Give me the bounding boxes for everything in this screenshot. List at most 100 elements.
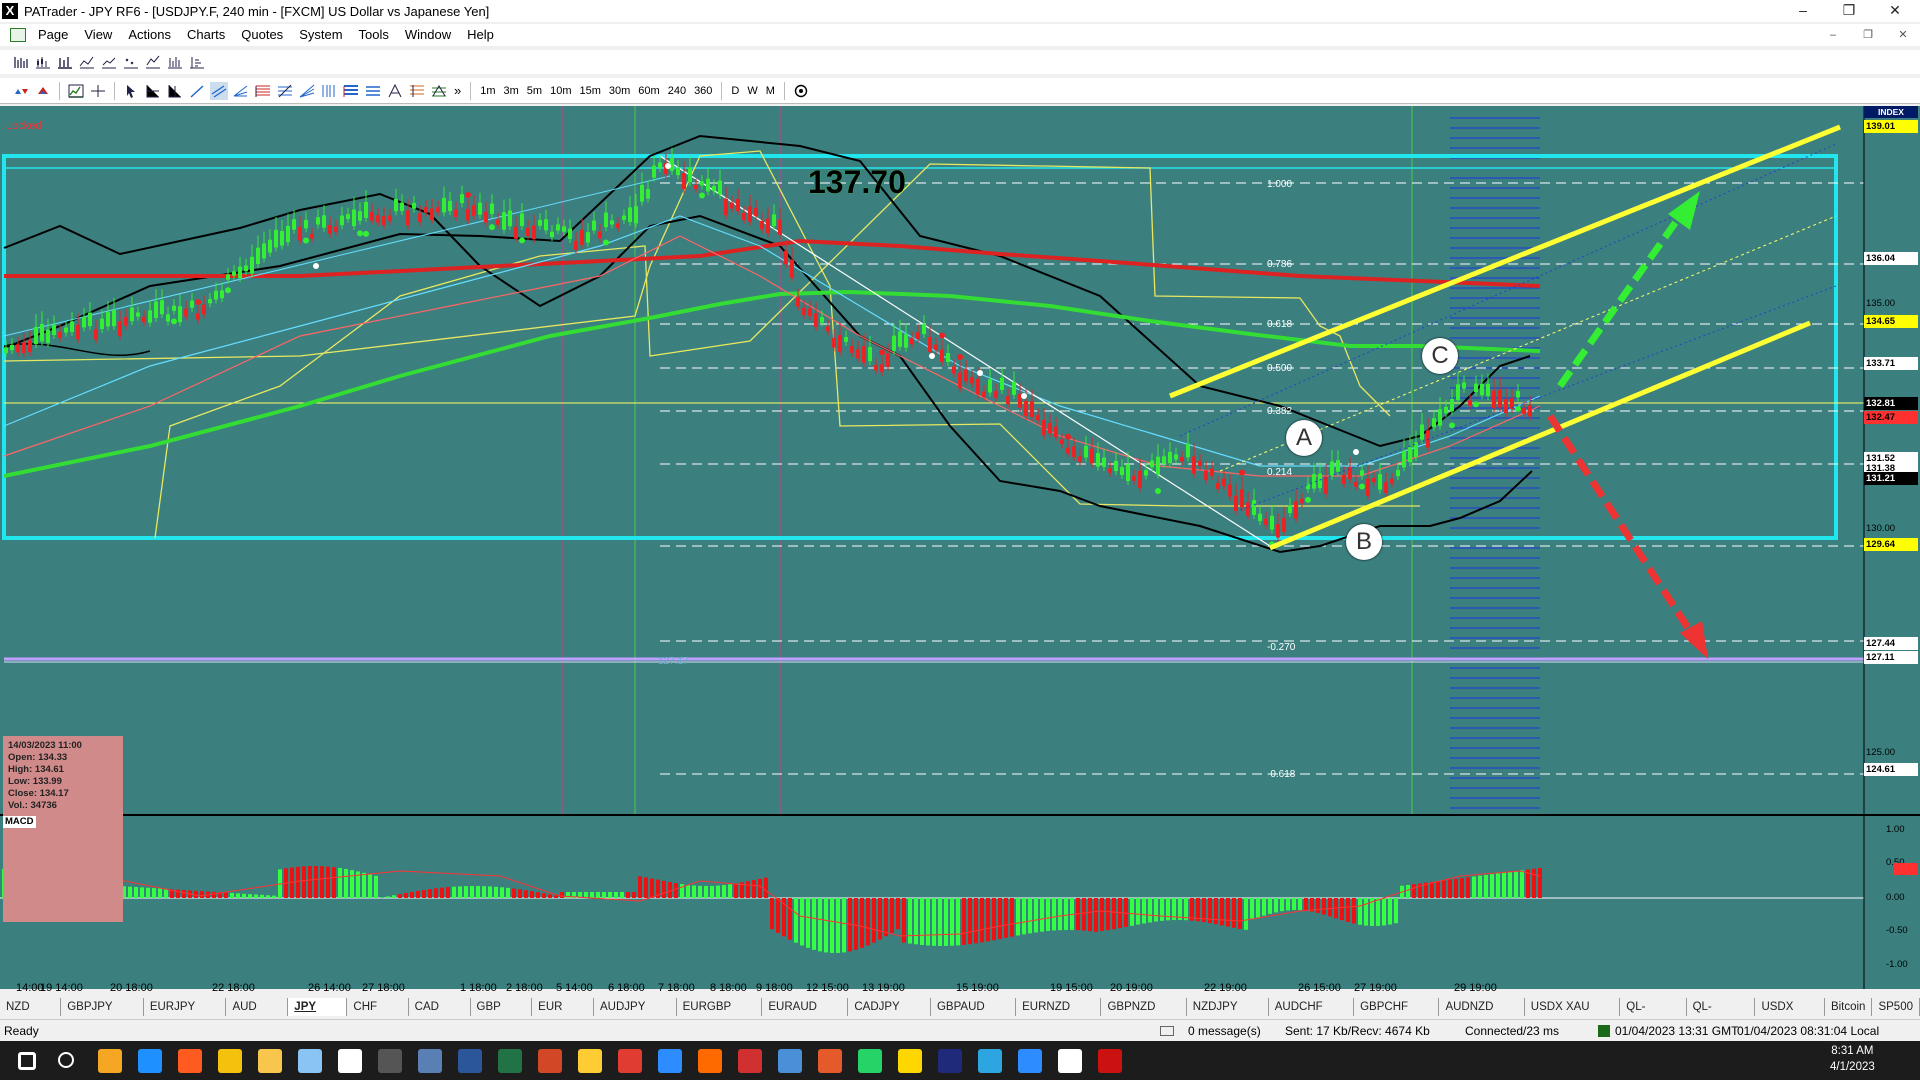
taskbar-clock[interactable]: 8:31 AM 4/1/2023	[1830, 1043, 1875, 1075]
outlook-icon[interactable]	[98, 1049, 122, 1073]
sticky-icon[interactable]	[898, 1049, 922, 1073]
text-tool-icon[interactable]	[386, 82, 404, 100]
edge-icon[interactable]	[138, 1049, 162, 1073]
order-icon[interactable]	[34, 82, 52, 100]
app-blue-icon[interactable]	[778, 1049, 802, 1073]
menu-tools[interactable]: Tools	[351, 24, 397, 46]
app-icon[interactable]	[378, 1049, 402, 1073]
zoom-icon[interactable]	[1018, 1049, 1042, 1073]
mdi-minimize-button[interactable]: –	[1820, 26, 1846, 44]
candle-chart-icon[interactable]	[34, 53, 52, 71]
renko-icon[interactable]	[144, 53, 162, 71]
pitchfork-icon[interactable]	[232, 82, 250, 100]
symbol-tab-ql-majors[interactable]: QL-Majors	[1620, 998, 1687, 1031]
symbol-tab-gbpchf-rf6[interactable]: GBPCHF RF6	[1354, 998, 1440, 1031]
timeframe-monthly[interactable]: M	[762, 82, 779, 100]
s-app-icon[interactable]	[618, 1049, 642, 1073]
x-app-icon[interactable]	[338, 1049, 362, 1073]
fib-fan-icon[interactable]	[298, 82, 316, 100]
symbol-tab-eurgbp-rf6[interactable]: EURGBP RF6	[677, 998, 763, 1031]
s-app-2-icon[interactable]	[658, 1049, 682, 1073]
index-tag[interactable]: INDEX	[1864, 106, 1918, 118]
timeframe-60m[interactable]: 60m	[634, 82, 663, 100]
symbol-tab-audchf-rf6[interactable]: AUDCHF RF6	[1269, 998, 1355, 1031]
ohlc-chart-icon[interactable]	[56, 53, 74, 71]
symbol-tab-euraud-rf6[interactable]: EURAUD RF6	[762, 998, 849, 1031]
symbol-tab-nzdjpy-rf6[interactable]: NZDJPY RF6	[1187, 998, 1269, 1031]
vertical-line-icon[interactable]	[166, 82, 184, 100]
fib-extension-icon[interactable]	[276, 82, 294, 100]
symbol-tab-usdx-rf6[interactable]: USDX RF6	[1755, 998, 1825, 1031]
menu-charts[interactable]: Charts	[179, 24, 233, 46]
symbol-tab-gbpaud-rf6[interactable]: GBPAUD RF6	[931, 998, 1017, 1031]
timeframe-240[interactable]: 240	[664, 82, 690, 100]
mdi-close-button[interactable]: ✕	[1890, 26, 1916, 44]
symbol-tab-audnzd-rf6[interactable]: AUDNZD RF6	[1439, 998, 1525, 1031]
menu-system[interactable]: System	[291, 24, 350, 46]
symbol-tab-eur-rf6[interactable]: EUR RF6	[532, 998, 595, 1031]
elliott-wave-icon[interactable]	[430, 82, 448, 100]
timeframe-5m[interactable]: 5m	[523, 82, 546, 100]
c-app-green-icon[interactable]	[858, 1049, 882, 1073]
fib-time-icon[interactable]	[320, 82, 338, 100]
menu-help[interactable]: Help	[459, 24, 502, 46]
kagi-icon[interactable]	[166, 53, 184, 71]
symbol-tab-chf-rf6[interactable]: CHF RF6	[347, 998, 409, 1031]
windows-start-icon[interactable]	[18, 1052, 36, 1070]
timeframe-15m[interactable]: 15m	[575, 82, 604, 100]
c-app-icon[interactable]	[818, 1049, 842, 1073]
trend-line-icon[interactable]	[188, 82, 206, 100]
timeframe-daily[interactable]: D	[727, 82, 743, 100]
chrome-icon[interactable]	[218, 1049, 242, 1073]
word-icon[interactable]	[458, 1049, 482, 1073]
symbol-tab-audjpy-rf6[interactable]: AUDJPY RF6	[594, 998, 677, 1031]
timeframe-360[interactable]: 360	[690, 82, 716, 100]
crown-icon[interactable]	[698, 1049, 722, 1073]
menu-window[interactable]: Window	[397, 24, 459, 46]
symbol-tab-gbpnzd-rf6[interactable]: GBPNZD RF6	[1101, 998, 1187, 1031]
crosshair-icon[interactable]	[89, 82, 107, 100]
timeframe-weekly[interactable]: W	[743, 82, 761, 100]
point-figure-icon[interactable]	[122, 53, 140, 71]
symbol-tab-cad-rf6[interactable]: CAD RF6	[409, 998, 471, 1031]
close-button[interactable]: ✕	[1872, 0, 1918, 22]
buy-sell-icon[interactable]	[12, 82, 30, 100]
timeframe-1m[interactable]: 1m	[476, 82, 499, 100]
status-messages[interactable]: 0 message(s)	[1188, 1024, 1261, 1038]
quotes-icon[interactable]	[938, 1049, 962, 1073]
target-icon[interactable]	[792, 82, 810, 100]
levels-icon[interactable]	[408, 82, 426, 100]
horizontal-line-icon[interactable]	[144, 82, 162, 100]
timeframe-30m[interactable]: 30m	[605, 82, 634, 100]
symbol-tab-ql-exotics[interactable]: QL-Exotics	[1687, 998, 1756, 1031]
minimize-button[interactable]: –	[1780, 0, 1826, 22]
channel-icon[interactable]	[210, 81, 228, 100]
bar-chart-icon[interactable]	[12, 53, 30, 71]
line-chart-icon[interactable]	[78, 53, 96, 71]
menu-page[interactable]: Page	[30, 24, 76, 46]
symbol-tab-gbpjpy-rf6[interactable]: GBPJPY RF6	[61, 998, 144, 1031]
tradingview-icon[interactable]	[1058, 1049, 1082, 1073]
timeframe-10m[interactable]: 10m	[546, 82, 575, 100]
histogram-icon[interactable]	[188, 53, 206, 71]
area-chart-icon[interactable]	[100, 53, 118, 71]
fib-retracement-icon[interactable]	[254, 82, 272, 100]
brave-icon[interactable]	[178, 1049, 202, 1073]
speed-lines-icon[interactable]	[364, 82, 382, 100]
telegram-icon[interactable]	[978, 1049, 1002, 1073]
menu-actions[interactable]: Actions	[120, 24, 179, 46]
excel-icon[interactable]	[498, 1049, 522, 1073]
pointer-icon[interactable]	[122, 82, 140, 100]
search-icon[interactable]	[58, 1052, 74, 1068]
price-chart[interactable]: Locked 137.70 INDEX 139.01 136.04 135.00…	[0, 106, 1920, 994]
ball-icon[interactable]	[1098, 1049, 1122, 1073]
gann-icon[interactable]	[342, 82, 360, 100]
timeframe-3m[interactable]: 3m	[500, 82, 523, 100]
maximize-button[interactable]: ❐	[1826, 0, 1872, 22]
notepad-icon[interactable]	[298, 1049, 322, 1073]
symbol-tab-nzd-rf6[interactable]: NZD RF6	[0, 998, 62, 1031]
files-icon[interactable]	[258, 1049, 282, 1073]
symbol-tab-gbp-rf6[interactable]: GBP RF6	[471, 998, 533, 1031]
symbol-tab-eurnzd-rf6[interactable]: EURNZD RF6	[1016, 998, 1102, 1031]
symbol-tab-aud-rf6[interactable]: AUD RF6	[226, 998, 289, 1031]
